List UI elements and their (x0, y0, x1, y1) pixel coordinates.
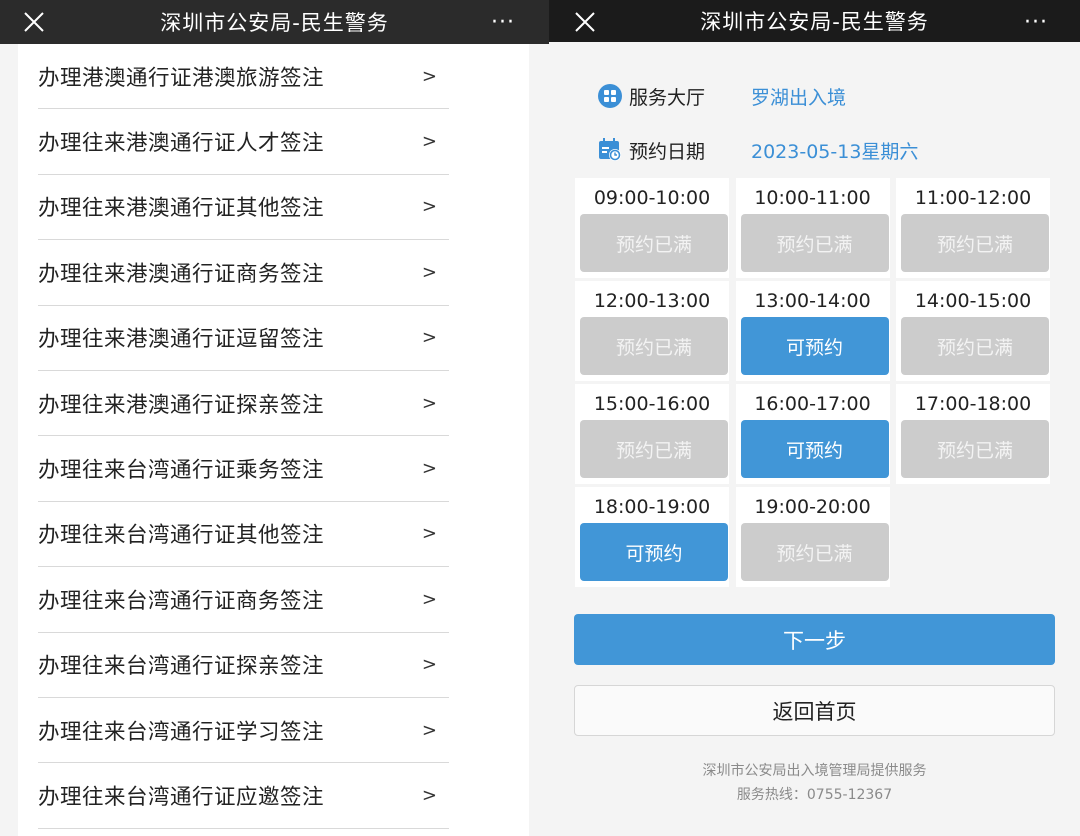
service-list: 办理港澳通行证港澳旅游签注 > 办理往来港澳通行证人才签注 > 办理往来港澳通行证其他签… (18, 44, 529, 836)
right-screen: 深圳市公安局-民生警务 ··· 服务大厅 罗湖出入境 预约日期 2023-05-… (549, 0, 1080, 836)
list-item-label: 办理往来台湾通行证商务签注 (38, 588, 325, 614)
book-slot-button[interactable]: 可预约 (580, 523, 728, 581)
page-title: 深圳市公安局-民生警务 (700, 10, 929, 34)
appointment-date-value[interactable]: 2023-05-13星期六 (751, 137, 918, 164)
time-slot-time: 11:00-12:00 (914, 187, 1032, 209)
chevron-right-icon: > (421, 654, 437, 676)
page-title: 深圳市公安局-民生警务 (160, 11, 389, 35)
left-screen: 深圳市公安局-民生警务 ··· 办理港澳通行证港澳旅游签注 > 办理往来港澳通行证人… (0, 0, 549, 836)
grid-apps-icon (597, 83, 623, 109)
time-slot-time: 09:00-10:00 (593, 187, 711, 209)
time-slot-time: 12:00-13:00 (593, 290, 711, 312)
close-button[interactable] (12, 0, 56, 44)
time-slot-time: 14:00-15:00 (914, 290, 1032, 312)
book-slot-button[interactable]: 可预约 (740, 420, 889, 478)
time-slot: 11:00-12:00 预约已满 (896, 178, 1050, 278)
back-home-button[interactable]: 返回首页 (574, 685, 1055, 736)
time-slot: 14:00-15:00 预约已满 (896, 281, 1050, 381)
close-icon (24, 12, 44, 32)
list-item-label: 办理往来港澳通行证探亲签注 (38, 392, 325, 418)
list-item[interactable]: 办理往来台湾通行证探亲签注 > (38, 633, 449, 698)
time-slot-time: 16:00-17:00 (754, 393, 871, 415)
time-slot-time: 13:00-14:00 (754, 290, 871, 312)
time-slot: 10:00-11:00 预约已满 (735, 178, 890, 278)
slot-full-button[interactable]: 预约已满 (901, 214, 1049, 272)
list-item[interactable]: 办理往来港澳通行证人才签注 > (38, 109, 449, 175)
time-slot: 09:00-10:00 预约已满 (575, 178, 729, 278)
chevron-right-icon: > (421, 719, 437, 741)
calendar-icon (597, 137, 623, 163)
slot-full-button[interactable]: 预约已满 (580, 420, 728, 478)
time-slot: 18:00-19:00 可预约 (575, 487, 729, 587)
list-item[interactable]: 办理往来台湾通行证学习签注 > (38, 698, 449, 764)
time-slot: 15:00-16:00 预约已满 (575, 384, 729, 484)
left-navbar: 深圳市公安局-民生警务 ··· (0, 0, 549, 44)
service-hall-row: 服务大厅 罗湖出入境 (597, 76, 846, 116)
list-item[interactable]: 办理往来台湾通行证应邀签注 > (38, 763, 449, 829)
list-item-label: 办理往来台湾通行证乘务签注 (38, 458, 325, 484)
chevron-right-icon: > (421, 261, 437, 283)
right-navbar: 深圳市公安局-民生警务 ··· (549, 0, 1080, 42)
list-item[interactable]: 办理往来港澳通行证其他签注 > (38, 175, 449, 241)
more-menu-button[interactable]: ··· (481, 0, 525, 44)
time-slot-time: 19:00-20:00 (754, 496, 871, 518)
book-slot-button[interactable]: 可预约 (740, 317, 889, 375)
service-hall-label: 服务大厅 (629, 86, 706, 109)
time-slot: 19:00-20:00 预约已满 (735, 487, 890, 587)
list-item-label: 办理往来台湾通行证探亲签注 (38, 654, 325, 680)
chevron-right-icon: > (421, 196, 437, 218)
chevron-right-icon: > (421, 523, 437, 545)
service-hall-value[interactable]: 罗湖出入境 (751, 83, 846, 110)
time-slot: 12:00-13:00 预约已满 (575, 281, 729, 381)
list-item-label: 办理往来港澳通行证人才签注 (38, 131, 325, 157)
time-slot-time: 10:00-11:00 (754, 187, 871, 209)
time-slot: 13:00-14:00 可预约 (735, 281, 890, 381)
chevron-right-icon: > (421, 65, 437, 87)
chevron-right-icon: > (421, 131, 437, 153)
next-step-button[interactable]: 下一步 (574, 614, 1055, 665)
close-button[interactable] (563, 0, 607, 44)
time-slot-time: 15:00-16:00 (593, 393, 711, 415)
screenshot: 深圳市公安局-民生警务 ··· 办理港澳通行证港澳旅游签注 > 办理往来港澳通行证人… (0, 0, 1080, 836)
list-item[interactable]: 办理往来台湾通行证乘务签注 > (38, 436, 449, 502)
chevron-right-icon: > (421, 327, 437, 349)
list-item[interactable]: 办理往来港澳通行证探亲签注 > (38, 371, 449, 437)
close-icon (575, 12, 595, 32)
list-item-label: 办理往来港澳通行证逗留签注 (38, 327, 325, 353)
list-item-label: 办理往来台湾通行证其他签注 (38, 523, 325, 549)
list-item-label: 办理往来港澳通行证其他签注 (38, 196, 325, 222)
list-item[interactable]: 办理往来台湾通行证其他签注 > (38, 502, 449, 568)
slot-full-button[interactable]: 预约已满 (740, 523, 889, 581)
list-item-label: 办理往来台湾通行证学习签注 (38, 719, 325, 745)
appointment-date-row: 预约日期 2023-05-13星期六 (597, 130, 918, 170)
chevron-right-icon: > (421, 392, 437, 414)
chevron-right-icon: > (421, 784, 437, 806)
slot-full-button[interactable]: 预约已满 (580, 317, 728, 375)
slot-full-button[interactable]: 预约已满 (580, 214, 728, 272)
footer-provider: 深圳市公安局出入境管理局提供服务 (702, 763, 927, 779)
slot-full-button[interactable]: 预约已满 (740, 214, 889, 272)
footer-hotline: 服务热线：0755-12367 (736, 787, 893, 803)
appointment-date-label: 预约日期 (629, 140, 706, 163)
list-item[interactable]: 办理往来港澳通行证商务签注 > (38, 240, 449, 306)
list-item-label: 办理港澳通行证港澳旅游签注 (38, 65, 325, 91)
list-item-label: 办理往来港澳通行证商务签注 (38, 261, 325, 287)
list-item-label: 办理往来台湾通行证应邀签注 (38, 784, 325, 810)
list-item[interactable]: 办理往来港澳通行证逗留签注 > (38, 306, 449, 371)
time-slot-time: 18:00-19:00 (593, 496, 711, 518)
time-slot: 16:00-17:00 可预约 (735, 384, 890, 484)
slot-full-button[interactable]: 预约已满 (901, 420, 1049, 478)
time-slot-time: 17:00-18:00 (914, 393, 1032, 415)
list-item[interactable]: 办理往来台湾通行证商务签注 > (38, 567, 449, 633)
list-item[interactable]: 办理港澳通行证港澳旅游签注 > (38, 44, 449, 110)
chevron-right-icon: > (421, 458, 437, 480)
slot-full-button[interactable]: 预约已满 (901, 317, 1049, 375)
more-menu-button[interactable]: ··· (1014, 0, 1058, 44)
chevron-right-icon: > (421, 588, 437, 610)
time-slot: 17:00-18:00 预约已满 (896, 384, 1050, 484)
